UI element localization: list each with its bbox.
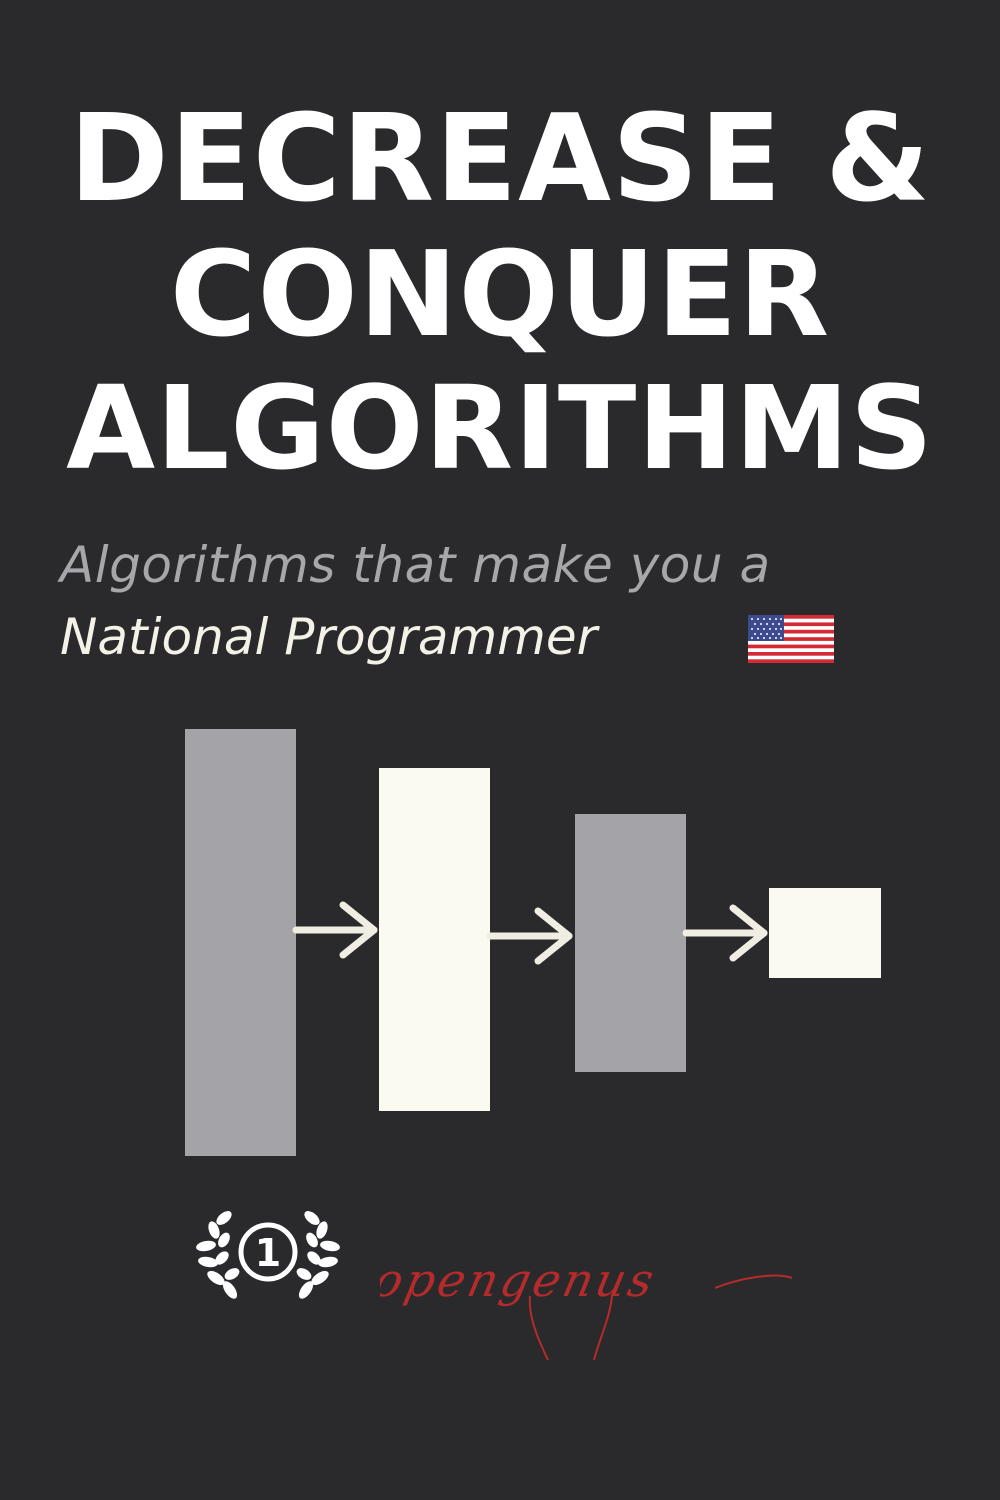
arrow-icon-1	[292, 901, 378, 959]
badge-number: 1	[255, 1231, 281, 1275]
opengenus-logo: opengenus	[380, 1253, 793, 1361]
block-2	[379, 768, 490, 1111]
laurel-wreath-icon: 1	[196, 1211, 340, 1299]
brand-name: opengenus	[380, 1253, 661, 1306]
block-4	[769, 888, 881, 978]
block-1	[185, 729, 296, 1156]
arrow-icon-2	[486, 907, 573, 965]
block-3	[575, 814, 686, 1072]
book-cover: DECREASE & CONQUER ALGORITHMS Algorithms…	[0, 0, 1000, 1500]
arrow-icon-3	[682, 904, 768, 962]
